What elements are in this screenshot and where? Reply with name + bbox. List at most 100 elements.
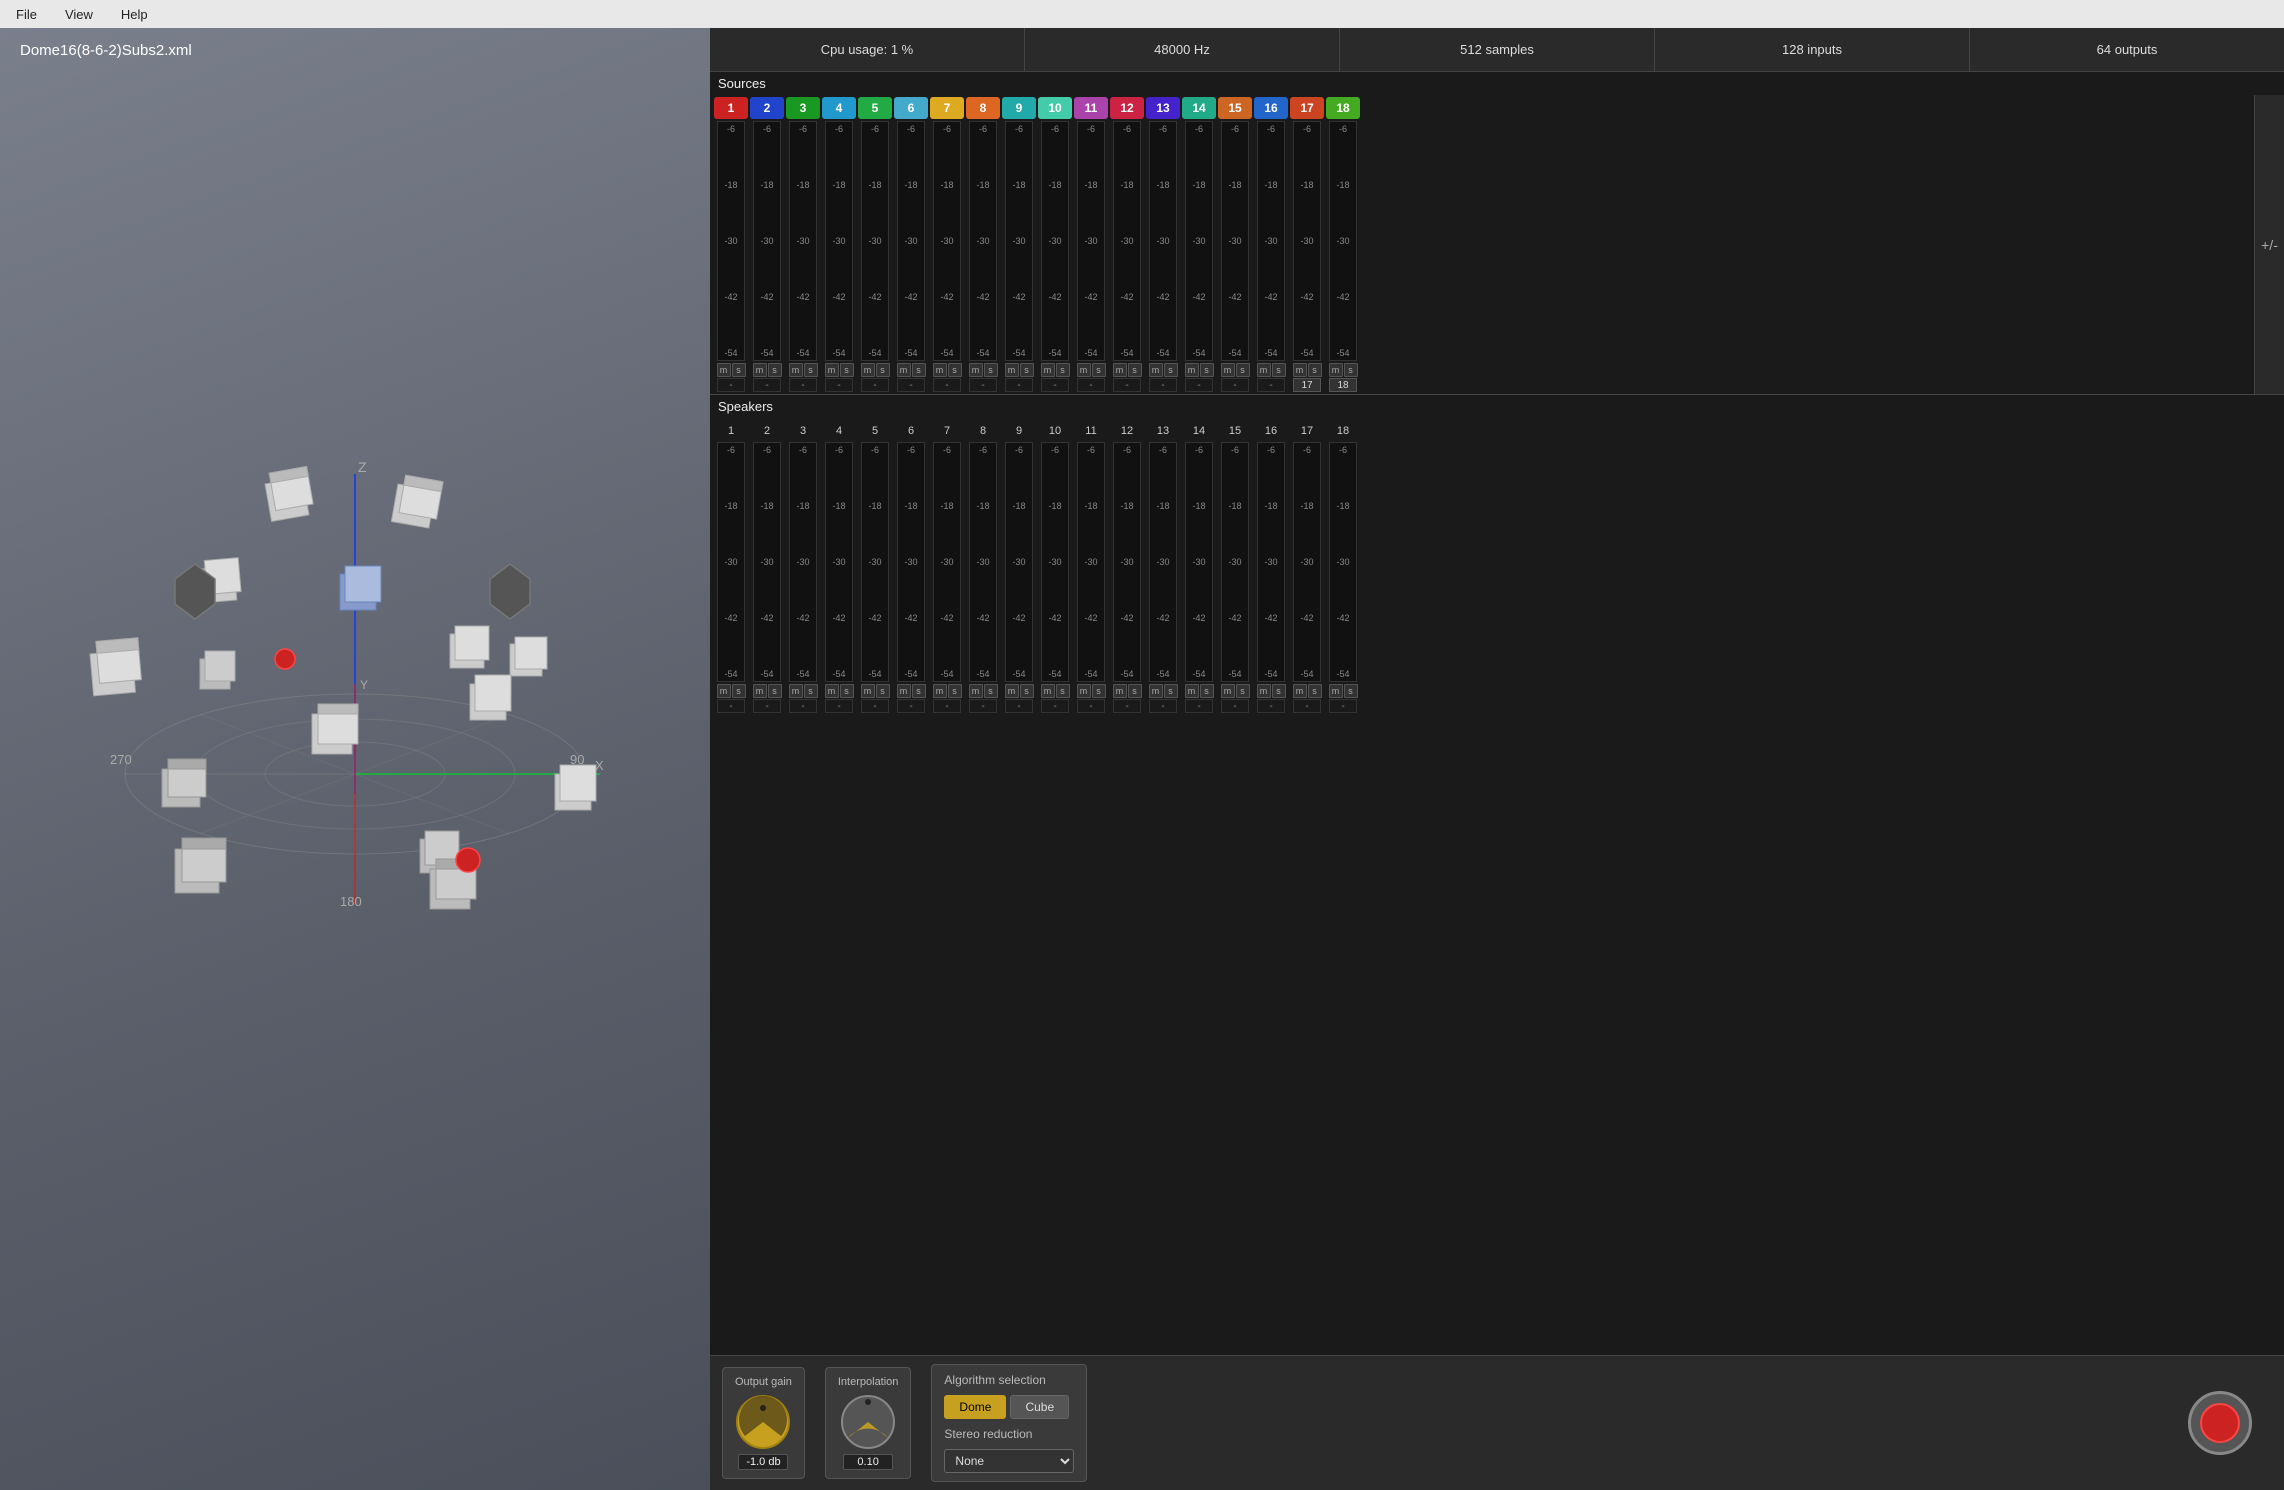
ms-dash-spk-11[interactable]: -: [1077, 699, 1105, 713]
ms-btn-s-spk-18[interactable]: s: [1344, 684, 1358, 698]
ms-btn-s-src-1[interactable]: s: [732, 363, 746, 377]
ms-btn-s-src-11[interactable]: s: [1092, 363, 1106, 377]
ms-btn-m-spk-12[interactable]: m: [1113, 684, 1127, 698]
ms-dash-spk-1[interactable]: -: [717, 699, 745, 713]
ms-btn-m-src-14[interactable]: m: [1185, 363, 1199, 377]
ms-btn-s-spk-2[interactable]: s: [768, 684, 782, 698]
menu-help[interactable]: Help: [115, 5, 154, 24]
ms-btn-s-src-6[interactable]: s: [912, 363, 926, 377]
ms-dash-spk-15[interactable]: -: [1221, 699, 1249, 713]
ms-dash-src-15[interactable]: -: [1221, 378, 1249, 392]
ms-btn-s-src-8[interactable]: s: [984, 363, 998, 377]
ms-btn-m-spk-17[interactable]: m: [1293, 684, 1307, 698]
menu-file[interactable]: File: [10, 5, 43, 24]
source-num-13[interactable]: 13: [1146, 97, 1180, 119]
ms-dash-spk-9[interactable]: -: [1005, 699, 1033, 713]
ms-btn-m-spk-15[interactable]: m: [1221, 684, 1235, 698]
ms-dash-spk-4[interactable]: -: [825, 699, 853, 713]
3d-viewport[interactable]: Dome16(8-6-2)Subs2.xml Z X Y 270: [0, 28, 710, 1490]
dome-button[interactable]: Dome: [944, 1395, 1006, 1419]
ms-btn-m-spk-1[interactable]: m: [717, 684, 731, 698]
ms-dash-spk-18[interactable]: -: [1329, 699, 1357, 713]
ms-btn-s-spk-5[interactable]: s: [876, 684, 890, 698]
ms-btn-m-spk-4[interactable]: m: [825, 684, 839, 698]
stereo-reduction-select[interactable]: None Low Medium High: [944, 1449, 1074, 1473]
ms-btn-m-spk-3[interactable]: m: [789, 684, 803, 698]
ms-btn-m-spk-18[interactable]: m: [1329, 684, 1343, 698]
source-num-15[interactable]: 15: [1218, 97, 1252, 119]
ms-num-17[interactable]: 17: [1293, 378, 1321, 392]
ms-btn-s-spk-10[interactable]: s: [1056, 684, 1070, 698]
ms-dash-src-8[interactable]: -: [969, 378, 997, 392]
ms-dash-spk-5[interactable]: -: [861, 699, 889, 713]
source-num-12[interactable]: 12: [1110, 97, 1144, 119]
ms-btn-s-src-15[interactable]: s: [1236, 363, 1250, 377]
source-num-8[interactable]: 8: [966, 97, 1000, 119]
ms-btn-m-spk-16[interactable]: m: [1257, 684, 1271, 698]
menu-view[interactable]: View: [59, 5, 99, 24]
source-num-14[interactable]: 14: [1182, 97, 1216, 119]
ms-btn-m-spk-14[interactable]: m: [1185, 684, 1199, 698]
ms-btn-m-src-8[interactable]: m: [969, 363, 983, 377]
ms-dash-spk-16[interactable]: -: [1257, 699, 1285, 713]
ms-dash-src-7[interactable]: -: [933, 378, 961, 392]
ms-btn-m-src-12[interactable]: m: [1113, 363, 1127, 377]
ms-btn-s-src-14[interactable]: s: [1200, 363, 1214, 377]
ms-btn-m-src-6[interactable]: m: [897, 363, 911, 377]
ms-btn-s-src-5[interactable]: s: [876, 363, 890, 377]
ms-dash-src-10[interactable]: -: [1041, 378, 1069, 392]
ms-btn-m-src-4[interactable]: m: [825, 363, 839, 377]
interpolation-knob[interactable]: [840, 1394, 896, 1450]
ms-dash-src-5[interactable]: -: [861, 378, 889, 392]
ms-dash-spk-10[interactable]: -: [1041, 699, 1069, 713]
ms-btn-s-spk-12[interactable]: s: [1128, 684, 1142, 698]
source-num-9[interactable]: 9: [1002, 97, 1036, 119]
ms-dash-src-6[interactable]: -: [897, 378, 925, 392]
ms-dash-src-1[interactable]: -: [717, 378, 745, 392]
ms-btn-m-src-1[interactable]: m: [717, 363, 731, 377]
source-num-3[interactable]: 3: [786, 97, 820, 119]
ms-btn-m-src-17[interactable]: m: [1293, 363, 1307, 377]
ms-btn-m-src-16[interactable]: m: [1257, 363, 1271, 377]
ms-btn-m-src-7[interactable]: m: [933, 363, 947, 377]
ms-btn-s-src-12[interactable]: s: [1128, 363, 1142, 377]
ms-btn-s-spk-6[interactable]: s: [912, 684, 926, 698]
ms-btn-m-src-15[interactable]: m: [1221, 363, 1235, 377]
ms-btn-s-spk-9[interactable]: s: [1020, 684, 1034, 698]
ms-btn-m-src-2[interactable]: m: [753, 363, 767, 377]
ms-btn-s-spk-7[interactable]: s: [948, 684, 962, 698]
ms-btn-s-spk-4[interactable]: s: [840, 684, 854, 698]
ms-btn-s-spk-17[interactable]: s: [1308, 684, 1322, 698]
ms-btn-s-src-4[interactable]: s: [840, 363, 854, 377]
ms-dash-src-3[interactable]: -: [789, 378, 817, 392]
ms-btn-m-spk-8[interactable]: m: [969, 684, 983, 698]
ms-btn-s-spk-13[interactable]: s: [1164, 684, 1178, 698]
ms-dash-spk-2[interactable]: -: [753, 699, 781, 713]
source-num-18[interactable]: 18: [1326, 97, 1360, 119]
source-num-17[interactable]: 17: [1290, 97, 1324, 119]
ms-dash-src-12[interactable]: -: [1113, 378, 1141, 392]
source-num-2[interactable]: 2: [750, 97, 784, 119]
plus-minus-btn[interactable]: +/-: [2254, 95, 2284, 394]
ms-btn-s-src-13[interactable]: s: [1164, 363, 1178, 377]
source-num-5[interactable]: 5: [858, 97, 892, 119]
ms-dash-spk-14[interactable]: -: [1185, 699, 1213, 713]
ms-btn-m-src-9[interactable]: m: [1005, 363, 1019, 377]
ms-btn-m-spk-6[interactable]: m: [897, 684, 911, 698]
ms-btn-m-spk-7[interactable]: m: [933, 684, 947, 698]
source-num-10[interactable]: 10: [1038, 97, 1072, 119]
ms-btn-m-spk-13[interactable]: m: [1149, 684, 1163, 698]
ms-btn-m-src-10[interactable]: m: [1041, 363, 1055, 377]
output-gain-knob[interactable]: [735, 1394, 791, 1450]
ms-dash-spk-8[interactable]: -: [969, 699, 997, 713]
ms-btn-m-src-13[interactable]: m: [1149, 363, 1163, 377]
ms-btn-s-src-7[interactable]: s: [948, 363, 962, 377]
ms-btn-s-spk-1[interactable]: s: [732, 684, 746, 698]
ms-btn-s-src-10[interactable]: s: [1056, 363, 1070, 377]
ms-btn-m-src-3[interactable]: m: [789, 363, 803, 377]
ms-dash-src-16[interactable]: -: [1257, 378, 1285, 392]
ms-btn-s-src-2[interactable]: s: [768, 363, 782, 377]
ms-dash-src-4[interactable]: -: [825, 378, 853, 392]
ms-dash-spk-12[interactable]: -: [1113, 699, 1141, 713]
ms-btn-m-spk-9[interactable]: m: [1005, 684, 1019, 698]
